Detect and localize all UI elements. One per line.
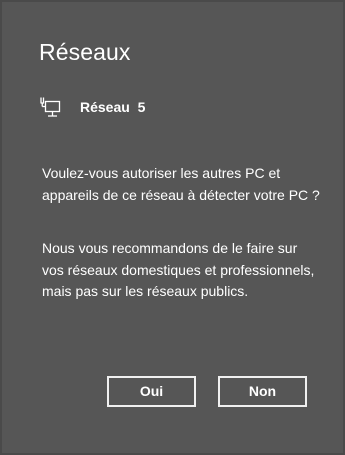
discovery-question: Voulez-vous autoriser les autres PC et a…	[42, 165, 320, 203]
network-row: Réseau 5	[40, 95, 145, 119]
network-name: Réseau 5	[80, 99, 146, 115]
panel-title: Réseaux	[39, 39, 131, 65]
network-discovery-panel: Réseaux Réseau 5 Voulez-vous autoriser l…	[0, 0, 345, 455]
wired-network-icon	[40, 95, 64, 119]
no-button[interactable]: Non	[218, 376, 307, 407]
yes-button[interactable]: Oui	[107, 376, 196, 407]
recommendation-text: Nous vous recommandons de le faire sur v…	[42, 240, 315, 299]
